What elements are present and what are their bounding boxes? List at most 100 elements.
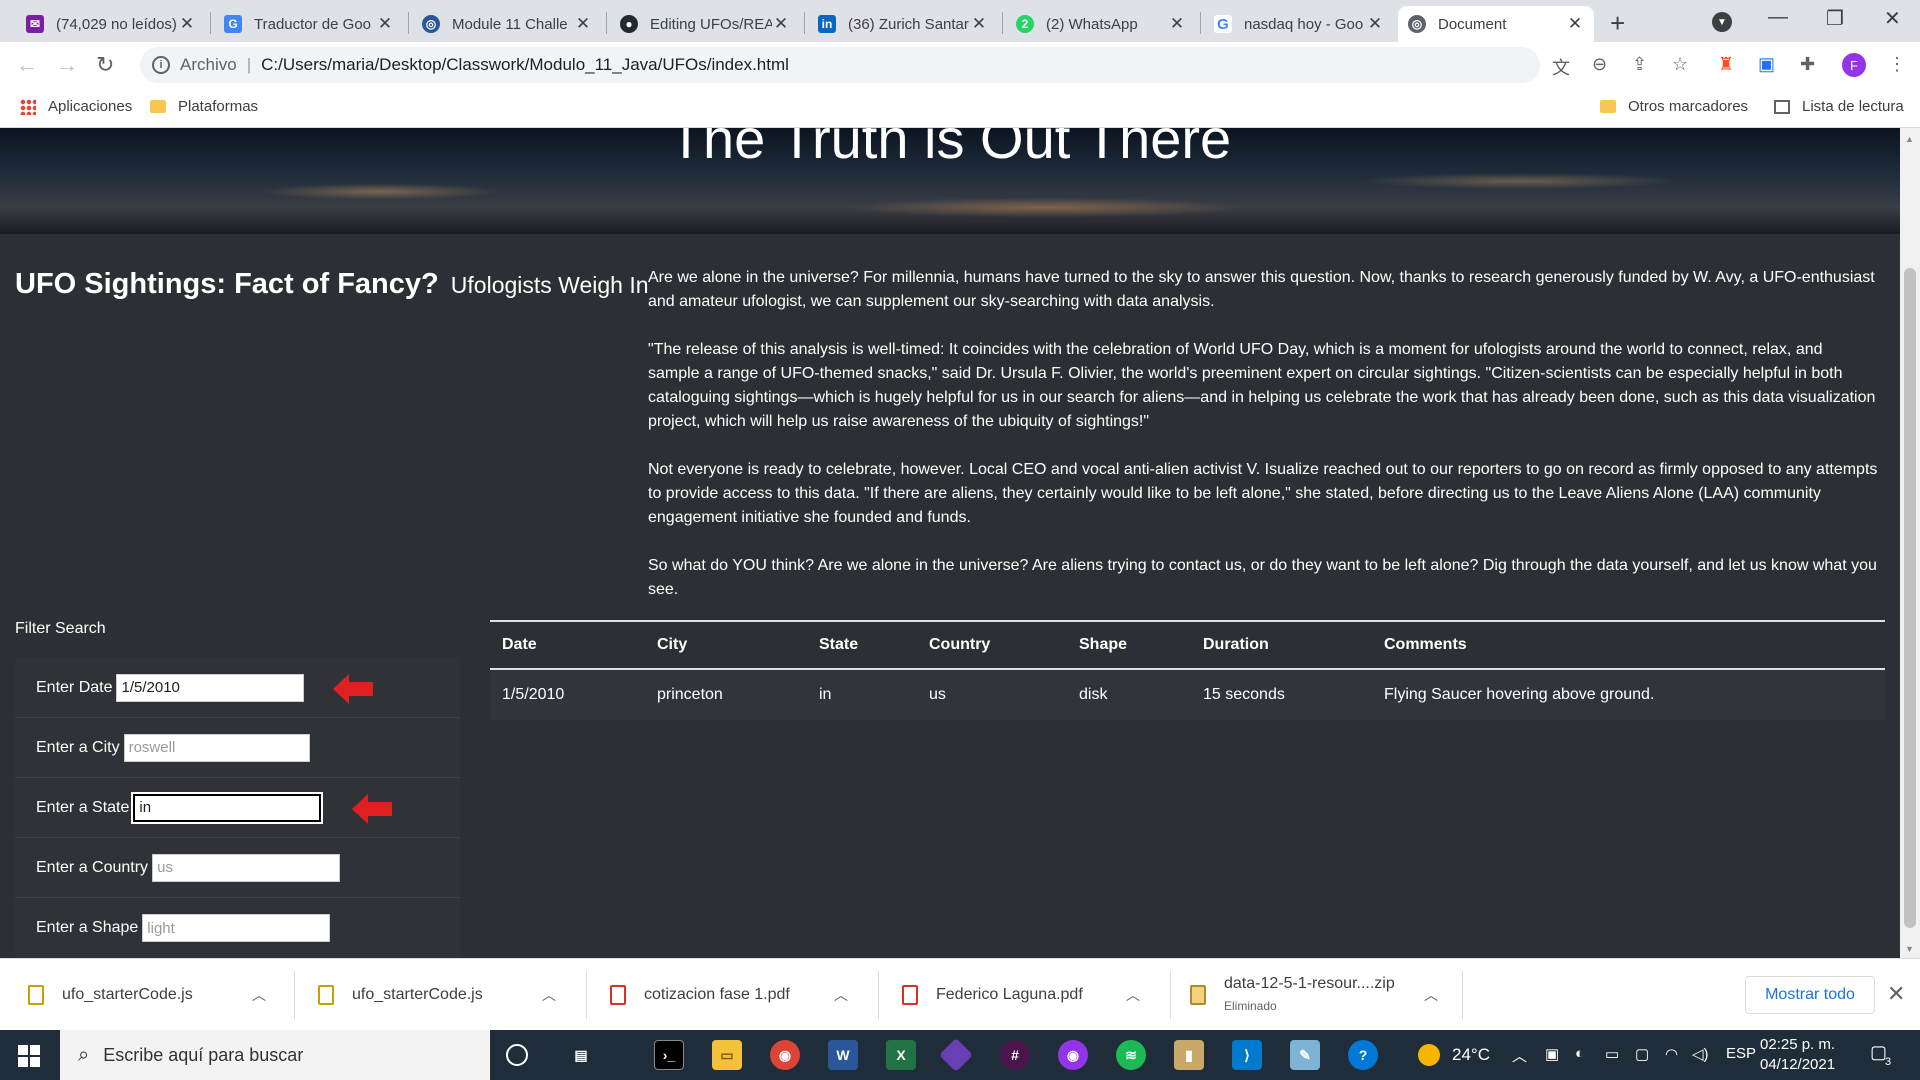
close-icon[interactable]: ✕ [1887, 981, 1905, 1007]
translate-icon[interactable]: 文 [1552, 54, 1570, 80]
close-icon[interactable]: ✕ [772, 14, 790, 34]
terminal-icon[interactable]: ›_ [654, 1040, 684, 1070]
js-file-icon [28, 985, 44, 1005]
spotify-icon[interactable]: ≋ [1116, 1040, 1146, 1070]
download-item[interactable]: cotizacion fase 1.pdf ︿ [610, 959, 862, 1031]
bookmark-platforms[interactable]: Plataformas [150, 98, 258, 115]
volume-icon[interactable]: ◁) [1692, 1045, 1709, 1063]
tab-title: Document [1438, 15, 1507, 33]
info-icon[interactable]: i [152, 56, 170, 74]
table-cell: 15 seconds [1203, 686, 1285, 703]
scroll-up-icon[interactable]: ▲ [1905, 134, 1914, 144]
chrome-icon[interactable]: ◉ [770, 1040, 800, 1070]
task-view-icon[interactable]: ▤ [566, 1040, 596, 1070]
tab-linkedin[interactable]: in (36) Zurich Santar ✕ [808, 6, 998, 42]
state-input[interactable] [131, 791, 324, 824]
back-icon[interactable]: ← [16, 52, 38, 78]
close-icon[interactable]: ✕ [1168, 14, 1186, 34]
tab-google-search[interactable]: G nasdaq hoy - Goo ✕ [1204, 6, 1394, 42]
close-window-button[interactable]: ✕ [1884, 6, 1901, 31]
table-row: 1/5/2010 princeton in us disk 15 seconds… [490, 670, 1885, 720]
extension-icon[interactable]: ♜ [1718, 54, 1734, 75]
menu-dots-icon[interactable]: ⋮ [1888, 54, 1906, 75]
article-paragraph: So what do YOU think? Are we alone in th… [648, 557, 1877, 598]
forward-icon[interactable]: → [56, 52, 78, 78]
battery-icon[interactable]: ▭ [1605, 1045, 1619, 1063]
network-icon[interactable]: ◐ [1575, 1045, 1584, 1062]
profile-avatar[interactable]: F [1842, 53, 1866, 77]
camera-icon[interactable]: ▣ [1545, 1045, 1559, 1063]
display-icon[interactable]: ▢ [1635, 1045, 1649, 1063]
minimize-button[interactable]: — [1768, 6, 1788, 29]
tab-translate[interactable]: G Traductor de Goo ✕ [214, 6, 404, 42]
tab-module-11[interactable]: ◎ Module 11 Challe ✕ [412, 6, 602, 42]
help-icon[interactable]: ? [1348, 1040, 1378, 1070]
close-icon[interactable]: ✕ [178, 14, 196, 34]
scroll-down-icon[interactable]: ▼ [1905, 944, 1914, 954]
chevron-up-icon[interactable]: ︿ [542, 985, 556, 1005]
bookmark-label: Lista de lectura [1802, 98, 1904, 115]
document-app-icon[interactable]: ▮ [1174, 1040, 1204, 1070]
scroll-thumb[interactable] [1904, 268, 1916, 928]
shape-input[interactable] [142, 914, 331, 942]
reload-icon[interactable]: ↻ [96, 52, 114, 78]
close-icon[interactable]: ✕ [1566, 14, 1584, 34]
linkedin-icon: in [818, 15, 836, 33]
close-icon[interactable]: ✕ [970, 14, 988, 34]
restore-button[interactable]: ❐ [1826, 6, 1844, 31]
chevron-up-icon[interactable]: ︿ [1126, 985, 1140, 1005]
bookmark-others[interactable]: Otros marcadores [1600, 98, 1748, 115]
git-icon[interactable] [939, 1038, 973, 1072]
taskbar-search[interactable]: ⌕ Escribe aquí para buscar [60, 1030, 490, 1080]
tab-github[interactable]: ● Editing UFOs/REA ✕ [610, 6, 800, 42]
vscode-icon[interactable]: ⟩ [1232, 1040, 1262, 1070]
close-icon[interactable]: ✕ [376, 14, 394, 34]
file-explorer-icon[interactable]: ▭ [712, 1040, 742, 1070]
headline-subtitle: Ufologists Weigh In [450, 272, 649, 298]
mail-icon: ✉ [26, 15, 44, 33]
new-tab-button[interactable]: + [1610, 8, 1625, 39]
apps-grid-icon [20, 98, 36, 115]
chevron-up-icon[interactable]: ︿ [1512, 1045, 1527, 1066]
excel-icon[interactable]: X [886, 1040, 916, 1070]
bookmark-star-icon[interactable]: ☆ [1672, 54, 1688, 75]
tab-whatsapp[interactable]: 2 (2) WhatsApp ✕ [1006, 6, 1196, 42]
tab-gmail[interactable]: ✉ (74,029 no leídos) ✕ [16, 6, 206, 42]
bookmark-label: Plataformas [178, 98, 259, 115]
date-input[interactable] [116, 673, 305, 702]
chevron-up-icon[interactable]: ︿ [834, 985, 848, 1005]
download-item[interactable]: ufo_starterCode.js ︿ [28, 959, 280, 1031]
city-input[interactable] [123, 733, 310, 762]
windows-start-icon[interactable] [18, 1045, 40, 1067]
paint-icon[interactable]: ✎ [1290, 1040, 1320, 1070]
close-icon[interactable]: ✕ [1366, 14, 1384, 34]
address-bar[interactable]: i Archivo | C:/Users/maria/Desktop/Class… [140, 47, 1540, 83]
chevron-up-icon[interactable]: ︿ [252, 985, 266, 1005]
table-header: Date City State Country Shape Duration C… [490, 620, 1885, 670]
chrome-profile-icon[interactable]: ◉ [1058, 1040, 1088, 1070]
table-cell: in [819, 686, 832, 703]
bookmark-apps[interactable]: Aplicaciones [20, 98, 132, 115]
country-input[interactable] [152, 853, 341, 882]
chevron-up-icon[interactable]: ︿ [1424, 985, 1438, 1005]
system-clock[interactable]: 02:25 p. m. 04/12/2021 [1760, 1035, 1835, 1075]
language-indicator[interactable]: ESP [1726, 1045, 1756, 1062]
word-icon[interactable]: W [828, 1040, 858, 1070]
show-all-button[interactable]: Mostrar todo [1745, 976, 1875, 1014]
download-item[interactable]: Federico Laguna.pdf ︿ [902, 959, 1154, 1031]
cortana-icon[interactable] [506, 1044, 528, 1066]
share-icon[interactable]: ⇪ [1632, 54, 1647, 75]
wifi-icon[interactable]: ◠ [1665, 1045, 1678, 1063]
url-text[interactable]: C:/Users/maria/Desktop/Classwork/Modulo_… [261, 55, 789, 75]
extensions-puzzle-icon[interactable]: ✚ [1800, 54, 1815, 75]
page-scrollbar[interactable]: ▲ ▼ [1900, 128, 1920, 958]
download-item[interactable]: ufo_starterCode.js ︿ [318, 959, 570, 1031]
tab-search-icon[interactable]: ▼ [1712, 12, 1732, 32]
extension-icon[interactable]: ▣ [1758, 54, 1775, 75]
close-icon[interactable]: ✕ [574, 14, 592, 34]
download-item[interactable]: data-12-5-1-resour....zip Eliminado ︿ [1190, 959, 1452, 1031]
tab-document[interactable]: ◎ Document ✕ [1398, 6, 1594, 42]
slack-icon[interactable]: # [1000, 1040, 1030, 1070]
reading-list[interactable]: Lista de lectura [1774, 98, 1904, 115]
zoom-icon[interactable]: ⊖ [1592, 54, 1607, 75]
